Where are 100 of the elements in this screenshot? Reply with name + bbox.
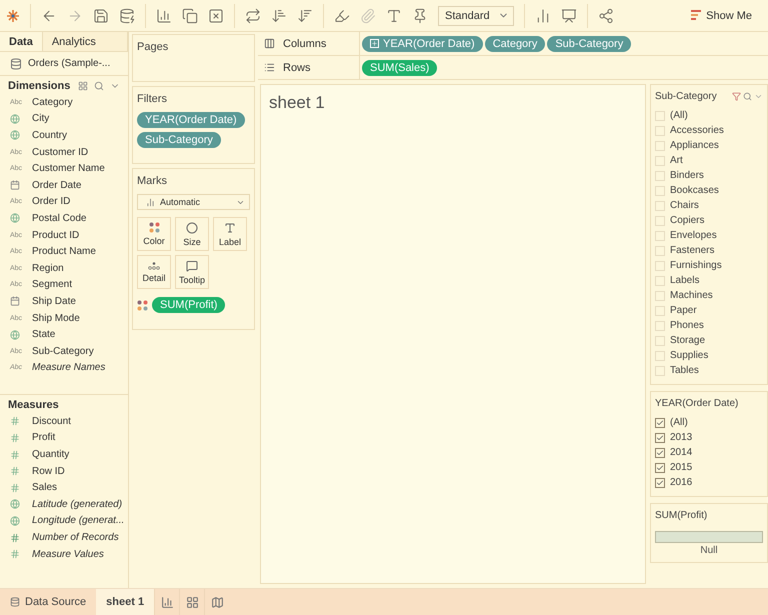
columns-icon xyxy=(264,38,275,49)
field-name[interactable]: Discount xyxy=(32,416,71,427)
filter-option[interactable]: Paper xyxy=(670,305,697,316)
grid-icon[interactable] xyxy=(78,81,88,91)
number-type-icon xyxy=(10,532,20,543)
field-name[interactable]: Country xyxy=(32,130,68,141)
filter-option[interactable]: 2013 xyxy=(670,432,692,443)
field-name[interactable]: Measure Values xyxy=(32,548,104,560)
field-name[interactable]: Product ID xyxy=(32,230,80,241)
sort-ascending-icon[interactable] xyxy=(271,8,287,24)
filter-option[interactable]: Binders xyxy=(670,170,704,181)
mark-card-button[interactable]: Size xyxy=(175,217,209,251)
duplicate-icon[interactable] xyxy=(182,8,198,24)
filter-option[interactable]: Storage xyxy=(670,335,706,346)
filter-option[interactable]: Envelopes xyxy=(670,230,717,241)
presentation-icon[interactable] xyxy=(561,8,577,24)
filter-option[interactable]: Appliances xyxy=(670,140,719,151)
filter-option[interactable]: Tables xyxy=(670,365,699,376)
filter-option[interactable]: 2016 xyxy=(670,477,692,488)
field-name[interactable]: Customer ID xyxy=(32,146,88,158)
filter-option[interactable]: Copiers xyxy=(670,215,704,226)
expand-icon[interactable] xyxy=(370,39,379,48)
filter-option[interactable]: Bookcases xyxy=(670,185,719,196)
field-name[interactable]: Order Date xyxy=(32,180,82,191)
field-name[interactable]: Sales xyxy=(32,482,58,494)
field-name[interactable]: City xyxy=(32,113,50,124)
datasource-name[interactable]: Orders (Sample-... xyxy=(28,58,110,69)
field-name[interactable]: Order ID xyxy=(32,196,70,208)
field-name[interactable]: Number of Records xyxy=(32,532,119,544)
size-icon xyxy=(186,222,198,234)
mark-card-button[interactable]: Label xyxy=(213,217,247,251)
filter-option[interactable]: Phones xyxy=(670,320,704,331)
mark-card-button[interactable]: Detail xyxy=(137,255,171,289)
sheet-tab[interactable]: Data Source xyxy=(0,589,96,615)
datasource-icon xyxy=(10,58,22,70)
number-type-icon xyxy=(10,549,20,560)
section-title: Dimensions xyxy=(8,80,72,92)
new-sheet-icon[interactable] xyxy=(156,8,172,24)
field-name[interactable]: Region xyxy=(32,262,64,274)
search-icon[interactable] xyxy=(743,92,752,101)
filter-option[interactable]: (All) xyxy=(670,417,688,428)
checkbox[interactable] xyxy=(655,432,665,442)
pane-tab[interactable]: Analytics xyxy=(42,32,128,51)
add-datasource-icon[interactable] xyxy=(119,8,135,24)
field-name[interactable]: Postal Code xyxy=(32,212,86,224)
swap-icon[interactable] xyxy=(245,8,261,24)
pin-icon[interactable] xyxy=(412,8,428,24)
show-me-button[interactable]: Show Me xyxy=(691,10,762,22)
globe-icon xyxy=(10,114,20,124)
legend-value: Null xyxy=(699,545,719,556)
filter-option[interactable]: Chairs xyxy=(670,200,699,211)
highlighter-icon[interactable] xyxy=(334,8,350,24)
mark-card-button[interactable]: Color xyxy=(137,217,171,251)
field-name[interactable]: Longitude (generat... xyxy=(32,515,124,526)
clear-sheet-icon[interactable] xyxy=(208,8,224,24)
sheet-tab[interactable]: sheet 1 xyxy=(96,589,154,615)
field-name[interactable]: Customer Name xyxy=(32,163,105,174)
fit-dropdown[interactable]: Standard xyxy=(438,6,514,26)
shelf-label: Columns xyxy=(283,38,326,50)
sort-descending-icon[interactable] xyxy=(297,8,313,24)
filter-option[interactable]: Fasteners xyxy=(670,245,714,256)
field-name[interactable]: Product Name xyxy=(32,246,96,258)
filter-icon[interactable] xyxy=(732,92,741,101)
filter-option[interactable]: Furnishings xyxy=(670,260,722,271)
field-name[interactable]: State xyxy=(32,329,56,340)
checkbox[interactable] xyxy=(655,478,665,488)
search-icon[interactable] xyxy=(94,81,104,91)
text-icon[interactable] xyxy=(386,8,402,24)
field-name[interactable]: Ship Date xyxy=(32,296,76,307)
filter-option[interactable]: 2014 xyxy=(670,447,692,458)
field-name[interactable]: Category xyxy=(32,96,73,108)
paperclip-icon[interactable] xyxy=(360,8,376,24)
mark-card-button[interactable]: Tooltip xyxy=(175,255,209,289)
calendar-icon xyxy=(10,180,20,190)
checkbox[interactable] xyxy=(655,448,665,458)
field-name[interactable]: Segment xyxy=(32,279,72,290)
checkbox[interactable] xyxy=(655,418,665,428)
field-name[interactable]: Ship Mode xyxy=(32,312,80,324)
filter-option[interactable]: Art xyxy=(670,155,683,166)
field-name[interactable]: Measure Names xyxy=(32,362,106,374)
filter-option[interactable]: 2015 xyxy=(670,462,692,473)
field-name[interactable]: Latitude (generated) xyxy=(32,498,122,510)
filter-option[interactable]: Supplies xyxy=(670,350,708,361)
field-name[interactable]: Quantity xyxy=(32,449,70,460)
card-title: Filters xyxy=(137,93,168,105)
mark-type-dropdown[interactable]: Automatic xyxy=(137,194,250,210)
checkbox[interactable] xyxy=(655,462,665,472)
field-name[interactable]: Sub-Category xyxy=(32,346,94,357)
filter-option[interactable]: Accessories xyxy=(670,125,724,136)
field-name[interactable]: Profit xyxy=(32,432,56,444)
filter-option[interactable]: (All) xyxy=(670,110,688,121)
logo-icon[interactable] xyxy=(6,8,20,22)
save-icon[interactable] xyxy=(93,8,109,24)
share-icon[interactable] xyxy=(598,8,614,24)
caret-icon[interactable] xyxy=(754,92,763,101)
bar-chart-icon xyxy=(146,198,155,206)
field-name[interactable]: Row ID xyxy=(32,466,65,477)
filter-option[interactable]: Machines xyxy=(670,290,713,301)
color-dots-icon xyxy=(148,222,160,233)
filter-option[interactable]: Labels xyxy=(670,275,700,286)
